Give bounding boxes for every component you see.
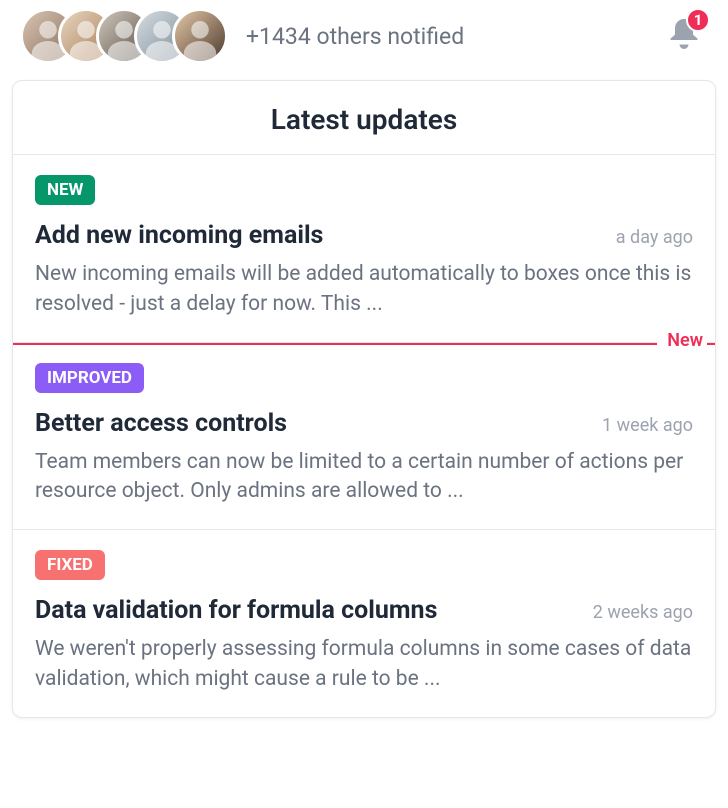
avatar-stack [20,8,228,64]
notified-group: +1434 others notified [20,8,464,64]
tag-new: NEW [35,175,95,205]
entry-header-row: Better access controls 1 week ago [35,409,693,438]
entry-title: Data validation for formula columns [35,596,437,625]
notification-badge: 1 [686,8,710,32]
notification-header: +1434 others notified 1 [12,8,716,80]
notifications-button[interactable]: 1 [660,12,708,60]
entry-time: a day ago [616,227,693,248]
entry-title: Better access controls [35,409,287,438]
entry-body: We weren't properly assessing formula co… [35,635,693,695]
entry-time: 1 week ago [602,415,693,436]
entry-body: Team members can now be limited to a cer… [35,448,693,508]
update-entry[interactable]: FIXED Data validation for formula column… [13,530,715,717]
entry-body: New incoming emails will be added automa… [35,260,693,320]
update-entry[interactable]: IMPROVED Better access controls 1 week a… [13,343,715,531]
entry-title: Add new incoming emails [35,221,323,250]
entry-time: 2 weeks ago [593,602,693,623]
tag-fixed: FIXED [35,550,105,580]
update-entry[interactable]: NEW Add new incoming emails a day ago Ne… [13,155,715,343]
card-header: Latest updates [13,81,715,155]
tag-improved: IMPROVED [35,363,144,393]
others-notified-text: +1434 others notified [246,23,464,50]
entry-header-row: Add new incoming emails a day ago [35,221,693,250]
updates-card: Latest updates NEW Add new incoming emai… [12,80,716,718]
entry-header-row: Data validation for formula columns 2 we… [35,596,693,625]
card-title: Latest updates [13,103,715,136]
avatar[interactable] [172,8,228,64]
